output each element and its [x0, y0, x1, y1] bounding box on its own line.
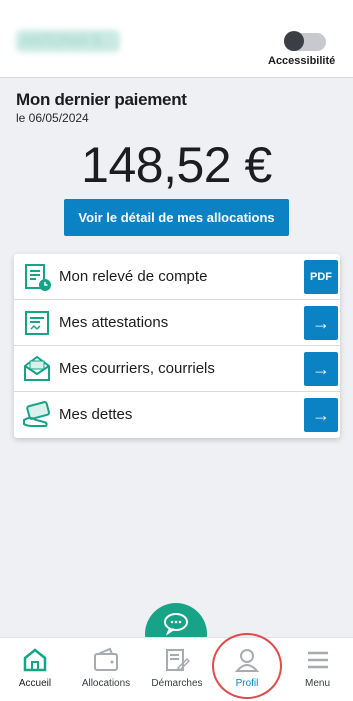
wallet-icon	[94, 647, 118, 671]
hamburger-icon	[307, 651, 328, 669]
card-hand-icon	[23, 401, 51, 427]
pdf-button[interactable]: PDF	[304, 260, 338, 294]
menu-row-dettes[interactable]: Mes dettes →	[14, 392, 340, 438]
document-clock-icon	[25, 264, 51, 291]
menu-row-label: Mes courriers, courriels	[59, 360, 215, 377]
nav-demarches[interactable]: Démarches	[142, 638, 212, 701]
nav-menu[interactable]: Menu	[282, 638, 353, 701]
payment-date: le 06/05/2024	[16, 111, 89, 125]
menu-row-courriers[interactable]: Mes courriers, courriels →	[14, 346, 340, 392]
nav-accueil[interactable]: Accueil	[0, 638, 70, 701]
payment-title: Mon dernier paiement	[16, 90, 187, 109]
arrow-right-icon[interactable]: →	[304, 306, 338, 340]
toggle-knob	[284, 31, 304, 51]
account-menu-card: Mon relevé de compte PDF Mes attestation…	[14, 254, 340, 438]
menu-row-label: Mon relevé de compte	[59, 268, 208, 285]
app-header: ANTONIA S. Accessibilité	[0, 0, 353, 78]
payment-amount: 148,52 €	[81, 137, 272, 193]
nav-label: Allocations	[81, 678, 131, 689]
edit-document-icon	[166, 649, 190, 672]
arrow-right-icon[interactable]: →	[304, 352, 338, 386]
allocations-detail-button[interactable]: Voir le détail de mes allocations	[64, 199, 289, 236]
menu-row-label: Mes attestations	[59, 314, 169, 331]
menu-row-releve[interactable]: Mon relevé de compte PDF	[14, 254, 340, 300]
menu-row-attestations[interactable]: Mes attestations →	[14, 300, 340, 346]
nav-label: Démarches	[151, 678, 203, 689]
menu-row-label: Mes dettes	[59, 406, 133, 423]
envelope-icon	[24, 355, 50, 381]
accessibility-toggle[interactable]	[284, 31, 326, 51]
certificate-icon	[25, 311, 49, 335]
profil-highlight-circle	[212, 633, 282, 699]
nav-allocations[interactable]: Allocations	[70, 638, 142, 701]
user-name: ANTONIA S.	[16, 30, 120, 52]
arrow-right-icon[interactable]: →	[304, 398, 338, 432]
bottom-navigation: Accueil Allocations Démarches Profil Men…	[0, 637, 353, 701]
accessibility-label: Accessibilité	[268, 55, 336, 67]
chat-icon	[164, 613, 188, 636]
nav-label: Menu	[304, 678, 330, 689]
nav-label: Accueil	[18, 678, 52, 689]
home-icon	[23, 648, 47, 672]
